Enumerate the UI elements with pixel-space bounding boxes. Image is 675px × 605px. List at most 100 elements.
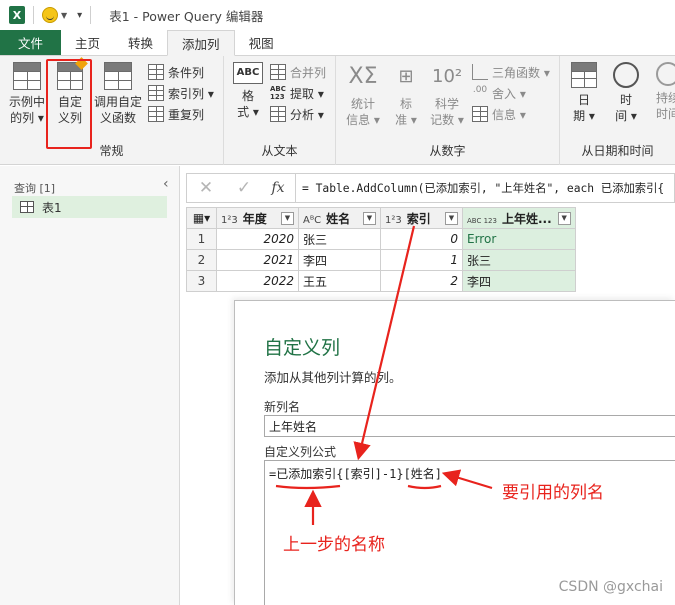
format-label-2: 式 ▾ <box>237 105 259 119</box>
filter-dropdown-icon[interactable]: ▼ <box>281 211 294 225</box>
format-label: 格 <box>241 89 254 103</box>
invoke-function-label-2: 义函数 <box>99 111 136 125</box>
fx-icon[interactable]: fx <box>263 180 293 196</box>
smiley-feedback-icon[interactable] <box>42 7 58 23</box>
confirm-check-icon[interactable]: ✓ <box>225 178 263 198</box>
number-info-label: 信息 ▾ <box>492 107 526 122</box>
cell-error[interactable]: Error <box>462 228 576 250</box>
cell-prev-name[interactable]: 张三 <box>462 249 576 271</box>
cell-name[interactable]: 张三 <box>298 228 381 250</box>
column-header-name[interactable]: AᴮC 姓名 ▼ <box>298 207 381 229</box>
statistics-label: 统计 <box>350 97 375 111</box>
trigonometry-button[interactable]: 三角函数 ▾ <box>472 62 550 82</box>
divider <box>295 173 296 203</box>
conditional-column-icon <box>148 64 164 80</box>
number-info-button[interactable]: 信息 ▾ <box>472 104 526 124</box>
ribbon-group-number: XΣ 统计 信息 ▾ ⊞ 标 准 ▾ 10² 科学 记数 ▾ 三角函数 ▾ .0… <box>336 56 560 165</box>
queries-pane: 查询 [1] ‹ 表1 <box>0 166 180 605</box>
row-number: 3 <box>186 270 217 292</box>
new-column-name-label: 新列名 <box>264 400 301 414</box>
text-type-icon[interactable]: AᴮC <box>303 215 321 226</box>
tab-file[interactable]: 文件 <box>0 30 62 55</box>
cell-prev-name[interactable]: 李四 <box>462 270 576 292</box>
scientific-button[interactable]: 10² 科学 记数 ▾ <box>428 62 466 128</box>
standard-button[interactable]: ⊞ 标 准 ▾ <box>388 62 424 128</box>
table-row[interactable]: 1 2020 张三 0 Error <box>186 228 576 250</box>
column-name: 年度 <box>242 211 267 226</box>
statistics-button[interactable]: XΣ 统计 信息 ▾ <box>344 62 382 128</box>
scientific-label-2: 记数 ▾ <box>430 113 464 127</box>
statistics-label-2: 信息 ▾ <box>346 113 380 127</box>
column-from-examples-button[interactable]: 示例中 的列 ▾ <box>7 62 47 126</box>
date-label-2: 期 ▾ <box>573 109 595 123</box>
tab-view[interactable]: 视图 <box>235 30 288 55</box>
date-button[interactable]: 日 期 ▾ <box>566 62 602 124</box>
cell-year[interactable]: 2020 <box>216 228 299 250</box>
format-abc-icon: ABC <box>233 62 263 84</box>
tab-transform[interactable]: 转换 <box>114 30 167 55</box>
column-header-year[interactable]: 1²3 年度 ▼ <box>216 207 299 229</box>
cell-year[interactable]: 2021 <box>216 249 299 271</box>
duplicate-column-icon <box>148 106 164 122</box>
cell-index[interactable]: 2 <box>380 270 463 292</box>
calendar-icon <box>571 62 597 88</box>
column-from-examples-label-2: 的列 ▾ <box>10 111 44 125</box>
number-type-icon[interactable]: 1²3 <box>385 215 402 226</box>
filter-dropdown-icon[interactable]: ▼ <box>445 211 458 225</box>
parse-label: 分析 ▾ <box>290 107 324 122</box>
cell-index[interactable]: 0 <box>380 228 463 250</box>
rounding-button[interactable]: .00 舍入 ▾ <box>472 83 526 103</box>
table-row[interactable]: 2 2021 李四 1 张三 <box>186 249 576 271</box>
cell-name[interactable]: 王五 <box>298 270 381 292</box>
annotation-ref-column: 要引用的列名 <box>502 483 604 503</box>
cancel-icon[interactable]: ✕ <box>187 178 225 198</box>
rounding-label: 舍入 ▾ <box>492 86 526 101</box>
cell-year[interactable]: 2022 <box>216 270 299 292</box>
divider <box>90 6 92 24</box>
invoke-function-label: 调用自定 <box>93 95 142 109</box>
column-header-index[interactable]: 1²3 索引 ▼ <box>380 207 463 229</box>
conditional-column-button[interactable]: 条件列 <box>148 62 204 82</box>
index-column-button[interactable]: 索引列 ▾ <box>148 83 214 103</box>
queries-header: 查询 [1] <box>14 182 56 195</box>
ribbon: 示例中 的列 ▾ 自定 义列 调用自定 义函数 条件列 索引列 ▾ 重复列 常规 <box>0 56 675 165</box>
any-type-icon[interactable]: ABC 123 <box>467 217 497 225</box>
collapse-chevron-icon[interactable]: ‹ <box>163 176 169 192</box>
parse-button[interactable]: 分析 ▾ <box>270 104 324 124</box>
extract-label: 提取 ▾ <box>290 86 324 101</box>
duration-button[interactable]: 持续 时间 <box>650 62 675 122</box>
tab-add-column[interactable]: 添加列 <box>167 30 235 56</box>
merge-columns-button[interactable]: 合并列 <box>270 62 326 82</box>
duplicate-column-button[interactable]: 重复列 <box>148 104 204 124</box>
excel-icon: X <box>9 6 25 24</box>
standard-label: 标 <box>399 97 412 111</box>
query-item-label: 表1 <box>42 200 62 215</box>
date-label: 日 <box>577 93 590 107</box>
cell-name[interactable]: 李四 <box>298 249 381 271</box>
filter-dropdown-icon[interactable]: ▼ <box>363 211 376 225</box>
extract-button[interactable]: ABC 123 提取 ▾ <box>270 83 324 103</box>
cell-index[interactable]: 1 <box>380 249 463 271</box>
query-item[interactable]: 表1 <box>12 196 167 218</box>
quick-access-customize-icon[interactable]: ▾ <box>77 10 82 21</box>
format-button[interactable]: ABC 格 式 ▾ <box>230 62 266 120</box>
group-label-number: 从数字 <box>429 144 466 158</box>
number-type-icon[interactable]: 1²3 <box>221 215 238 226</box>
index-column-icon <box>148 85 164 101</box>
time-button[interactable]: 时 间 ▾ <box>608 62 644 124</box>
tab-home[interactable]: 主页 <box>61 30 114 55</box>
trigonometry-icon <box>472 64 488 80</box>
invoke-custom-function-button[interactable]: 调用自定 义函数 <box>92 62 144 126</box>
column-header-prev-name[interactable]: ABC 123 上年姓... ▼ <box>462 207 576 229</box>
new-column-name-input[interactable]: 上年姓名 <box>264 415 675 437</box>
dialog-title: 自定义列 <box>264 337 341 359</box>
annotation-prev-step: 上一步的名称 <box>283 535 385 555</box>
formula-input[interactable]: = Table.AddColumn(已添加索引, "上年姓名", each 已添… <box>302 180 664 196</box>
group-label-text: 从文本 <box>261 144 298 158</box>
feedback-dropdown-icon[interactable]: ▼ <box>61 11 67 20</box>
table-menu-icon[interactable]: ▦▾ <box>186 207 217 229</box>
table-row[interactable]: 3 2022 王五 2 李四 <box>186 270 576 292</box>
formula-bar: ✕ ✓ fx = Table.AddColumn(已添加索引, "上年姓名", … <box>186 173 675 203</box>
ribbon-group-text: ABC 格 式 ▾ 合并列 ABC 123 提取 ▾ 分析 ▾ 从文本 <box>224 56 336 165</box>
filter-dropdown-icon[interactable]: ▼ <box>557 211 571 225</box>
